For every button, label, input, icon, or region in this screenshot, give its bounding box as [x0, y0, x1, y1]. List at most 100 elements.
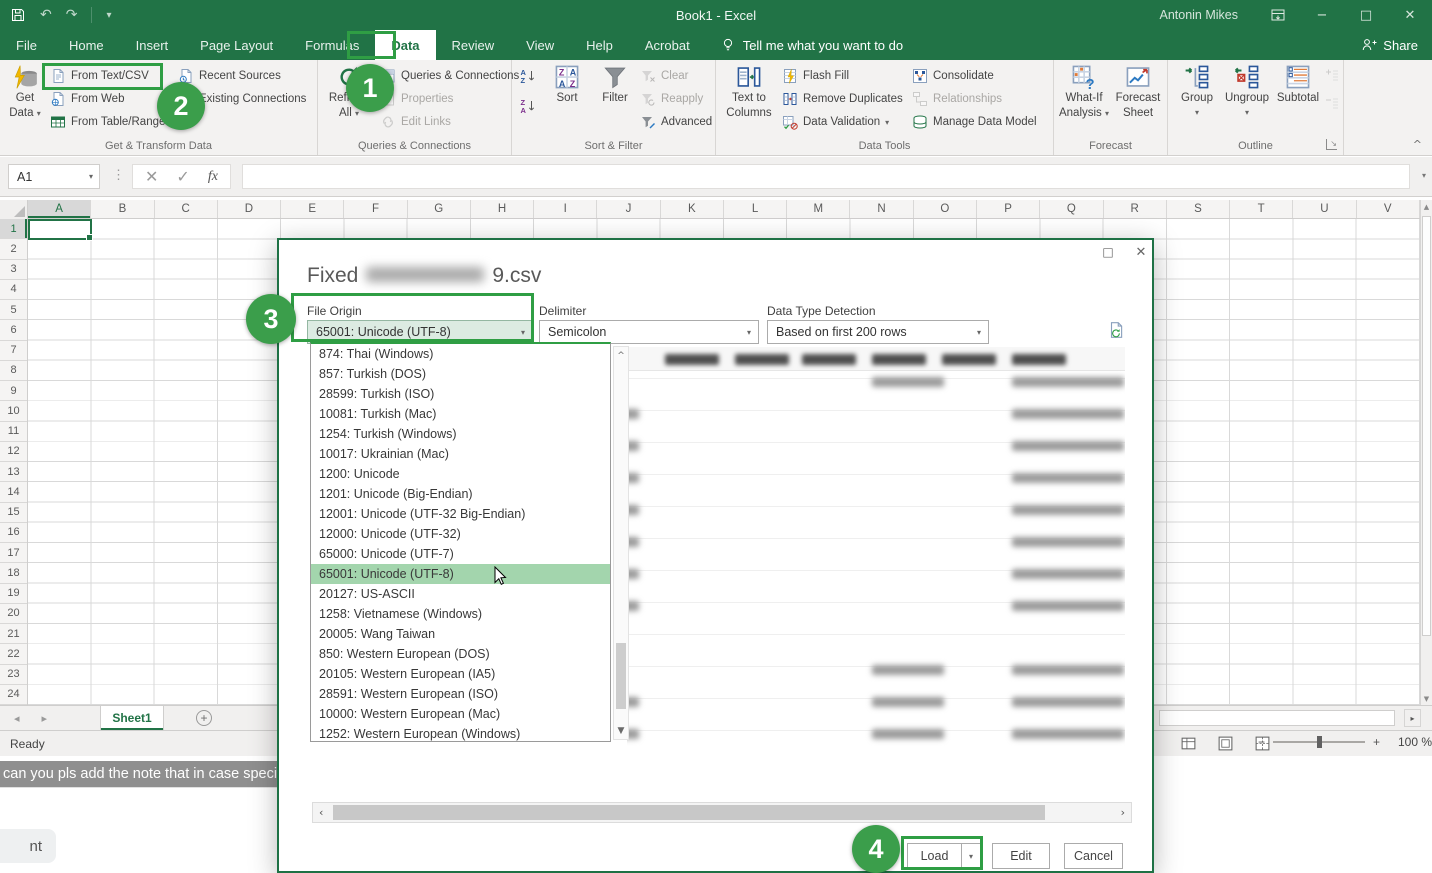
- encoding-option[interactable]: 10081: Turkish (Mac): [311, 404, 610, 424]
- row-header-20[interactable]: 20: [0, 604, 27, 624]
- sort-button[interactable]: ZAAZ Sort: [546, 64, 588, 105]
- encoding-option[interactable]: 12000: Unicode (UTF-32): [311, 524, 610, 544]
- share-button[interactable]: Share: [1361, 30, 1418, 60]
- zoom-slider-thumb[interactable]: [1317, 736, 1322, 748]
- vertical-scroll-thumb[interactable]: [1422, 216, 1431, 636]
- column-header-m[interactable]: M: [787, 200, 850, 218]
- column-header-u[interactable]: U: [1293, 200, 1356, 218]
- sheet-tab-sheet1[interactable]: Sheet1: [100, 706, 164, 730]
- page-layout-view-icon[interactable]: [1217, 735, 1234, 752]
- delimiter-select[interactable]: Semicolon ▾: [539, 320, 759, 344]
- sort-ascending-button[interactable]: AZ: [520, 66, 536, 86]
- column-header-i[interactable]: I: [534, 200, 597, 218]
- column-header-c[interactable]: C: [155, 200, 218, 218]
- encoding-option[interactable]: 1258: Vietnamese (Windows): [311, 604, 610, 624]
- column-header-k[interactable]: K: [661, 200, 724, 218]
- tab-page-layout[interactable]: Page Layout: [184, 30, 289, 60]
- encoding-option[interactable]: 65001: Unicode (UTF-8): [311, 564, 610, 584]
- encoding-option[interactable]: 12001: Unicode (UTF-32 Big-Endian): [311, 504, 610, 524]
- what-if-analysis-button[interactable]: ? What-If Analysis ▾: [1060, 64, 1108, 120]
- sheet-nav-left-icon[interactable]: ◂: [14, 712, 20, 725]
- column-header-b[interactable]: B: [91, 200, 154, 218]
- row-header-2[interactable]: 2: [0, 239, 27, 259]
- edit-button[interactable]: Edit: [992, 843, 1050, 869]
- tab-home[interactable]: Home: [53, 30, 120, 60]
- row-header-15[interactable]: 15: [0, 503, 27, 523]
- zoom-level[interactable]: 100 %: [1388, 735, 1432, 749]
- row-header-22[interactable]: 22: [0, 644, 27, 664]
- ribbon-display-options-icon[interactable]: [1256, 0, 1300, 30]
- encoding-list-scrollbar[interactable]: ^ ▼: [613, 346, 629, 740]
- column-header-a[interactable]: A: [28, 200, 91, 218]
- data-type-detection-select[interactable]: Based on first 200 rows ▾: [767, 320, 989, 344]
- collapse-ribbon-icon[interactable]: ^: [1413, 138, 1422, 151]
- from-web-button[interactable]: From Web: [50, 89, 124, 109]
- row-header-10[interactable]: 10: [0, 401, 27, 421]
- encoding-option[interactable]: 874: Thai (Windows): [311, 344, 610, 364]
- maximize-icon[interactable]: □: [1344, 0, 1388, 30]
- tab-view[interactable]: View: [510, 30, 570, 60]
- list-scroll-down-icon[interactable]: ▼: [614, 726, 628, 736]
- tab-acrobat[interactable]: Acrobat: [629, 30, 706, 60]
- column-header-r[interactable]: R: [1104, 200, 1167, 218]
- preview-horizontal-scrollbar[interactable]: ‹ ›: [312, 802, 1132, 823]
- detection-dropdown-icon[interactable]: ▾: [977, 328, 981, 337]
- forecast-sheet-button[interactable]: Forecast Sheet: [1114, 64, 1162, 119]
- cancel-button[interactable]: Cancel: [1064, 843, 1123, 869]
- column-header-s[interactable]: S: [1167, 200, 1230, 218]
- row-header-11[interactable]: 11: [0, 422, 27, 442]
- tab-review[interactable]: Review: [436, 30, 511, 60]
- confirm-entry-icon[interactable]: ✓: [176, 167, 189, 187]
- preview-scroll-thumb[interactable]: [333, 805, 1045, 820]
- column-header-o[interactable]: O: [914, 200, 977, 218]
- row-header-12[interactable]: 12: [0, 442, 27, 462]
- horizontal-scrollbar[interactable]: [1157, 709, 1403, 727]
- normal-view-icon[interactable]: [1180, 735, 1197, 752]
- preview-scroll-left-icon[interactable]: ‹: [319, 806, 323, 819]
- zoom-in-icon[interactable]: +: [1373, 735, 1380, 749]
- expand-formula-bar-icon[interactable]: ▾: [1422, 171, 1426, 180]
- refresh-preview-icon[interactable]: [1107, 320, 1125, 340]
- scroll-down-icon[interactable]: ▼: [1421, 695, 1432, 703]
- selected-cell-a1[interactable]: [28, 219, 92, 240]
- list-scroll-thumb[interactable]: [616, 643, 626, 709]
- encoding-option[interactable]: 28599: Turkish (ISO): [311, 384, 610, 404]
- encoding-option[interactable]: 20005: Wang Taiwan: [311, 624, 610, 644]
- column-header-d[interactable]: D: [218, 200, 281, 218]
- row-header-14[interactable]: 14: [0, 482, 27, 502]
- queries-connections-button[interactable]: Queries & Connections: [380, 66, 519, 86]
- subtotal-button[interactable]: Subtotal: [1274, 64, 1322, 105]
- zoom-slider[interactable]: [1273, 741, 1365, 743]
- column-header-l[interactable]: L: [724, 200, 787, 218]
- row-header-7[interactable]: 7: [0, 341, 27, 361]
- tab-help[interactable]: Help: [570, 30, 629, 60]
- row-header-17[interactable]: 17: [0, 543, 27, 563]
- remove-duplicates-button[interactable]: Remove Duplicates: [782, 89, 903, 109]
- sort-descending-button[interactable]: ZA: [520, 96, 536, 116]
- column-header-h[interactable]: H: [471, 200, 534, 218]
- data-validation-button[interactable]: Data Validation ▾: [782, 112, 889, 132]
- encoding-option[interactable]: 10000: Western European (Mac): [311, 704, 610, 724]
- clear-button[interactable]: Clear: [640, 66, 688, 86]
- user-name[interactable]: Antonin Mikes: [1159, 8, 1238, 22]
- column-header-f[interactable]: F: [344, 200, 407, 218]
- row-header-5[interactable]: 5: [0, 300, 27, 320]
- encoding-option[interactable]: 857: Turkish (DOS): [311, 364, 610, 384]
- column-header-j[interactable]: J: [597, 200, 660, 218]
- encoding-option[interactable]: 1252: Western European (Windows): [311, 724, 610, 742]
- formula-input[interactable]: [242, 164, 1410, 189]
- minimize-icon[interactable]: −: [1300, 0, 1344, 30]
- encoding-option[interactable]: 1254: Turkish (Windows): [311, 424, 610, 444]
- encoding-option[interactable]: 1201: Unicode (Big-Endian): [311, 484, 610, 504]
- flash-fill-button[interactable]: Flash Fill: [782, 66, 849, 86]
- ungroup-button[interactable]: Ungroup ▾: [1222, 64, 1272, 119]
- sheet-nav-right-icon[interactable]: ▸: [42, 712, 48, 725]
- column-header-g[interactable]: G: [408, 200, 471, 218]
- name-box[interactable]: A1 ▾: [8, 164, 100, 189]
- edit-links-button[interactable]: Edit Links: [380, 112, 451, 132]
- select-all-corner[interactable]: [0, 200, 28, 219]
- dialog-maximize-icon[interactable]: □: [1097, 245, 1119, 263]
- row-header-8[interactable]: 8: [0, 361, 27, 381]
- zoom-out-icon[interactable]: −: [1258, 735, 1265, 749]
- tab-insert[interactable]: Insert: [120, 30, 185, 60]
